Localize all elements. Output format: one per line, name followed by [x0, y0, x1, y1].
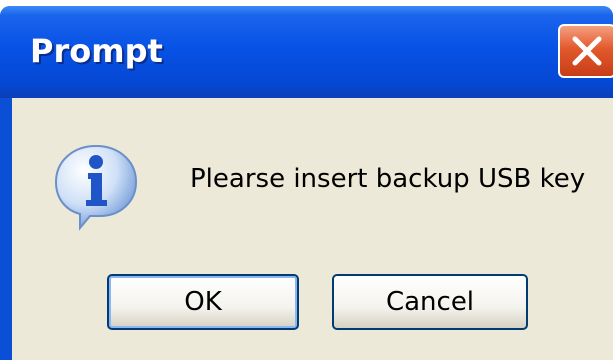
prompt-dialog-window: Prompt Plearse insert backup USB key OK … — [0, 6, 613, 360]
cancel-button[interactable]: Cancel — [332, 274, 528, 330]
ok-button[interactable]: OK — [107, 274, 299, 330]
dialog-body: Plearse insert backup USB key OK Cancel — [12, 98, 613, 360]
dialog-message: Plearse insert backup USB key — [190, 164, 586, 194]
title-bar[interactable]: Prompt — [0, 6, 613, 98]
info-icon — [54, 144, 138, 231]
close-button[interactable] — [558, 24, 613, 78]
close-icon — [572, 36, 602, 66]
window-title: Prompt — [30, 32, 163, 70]
